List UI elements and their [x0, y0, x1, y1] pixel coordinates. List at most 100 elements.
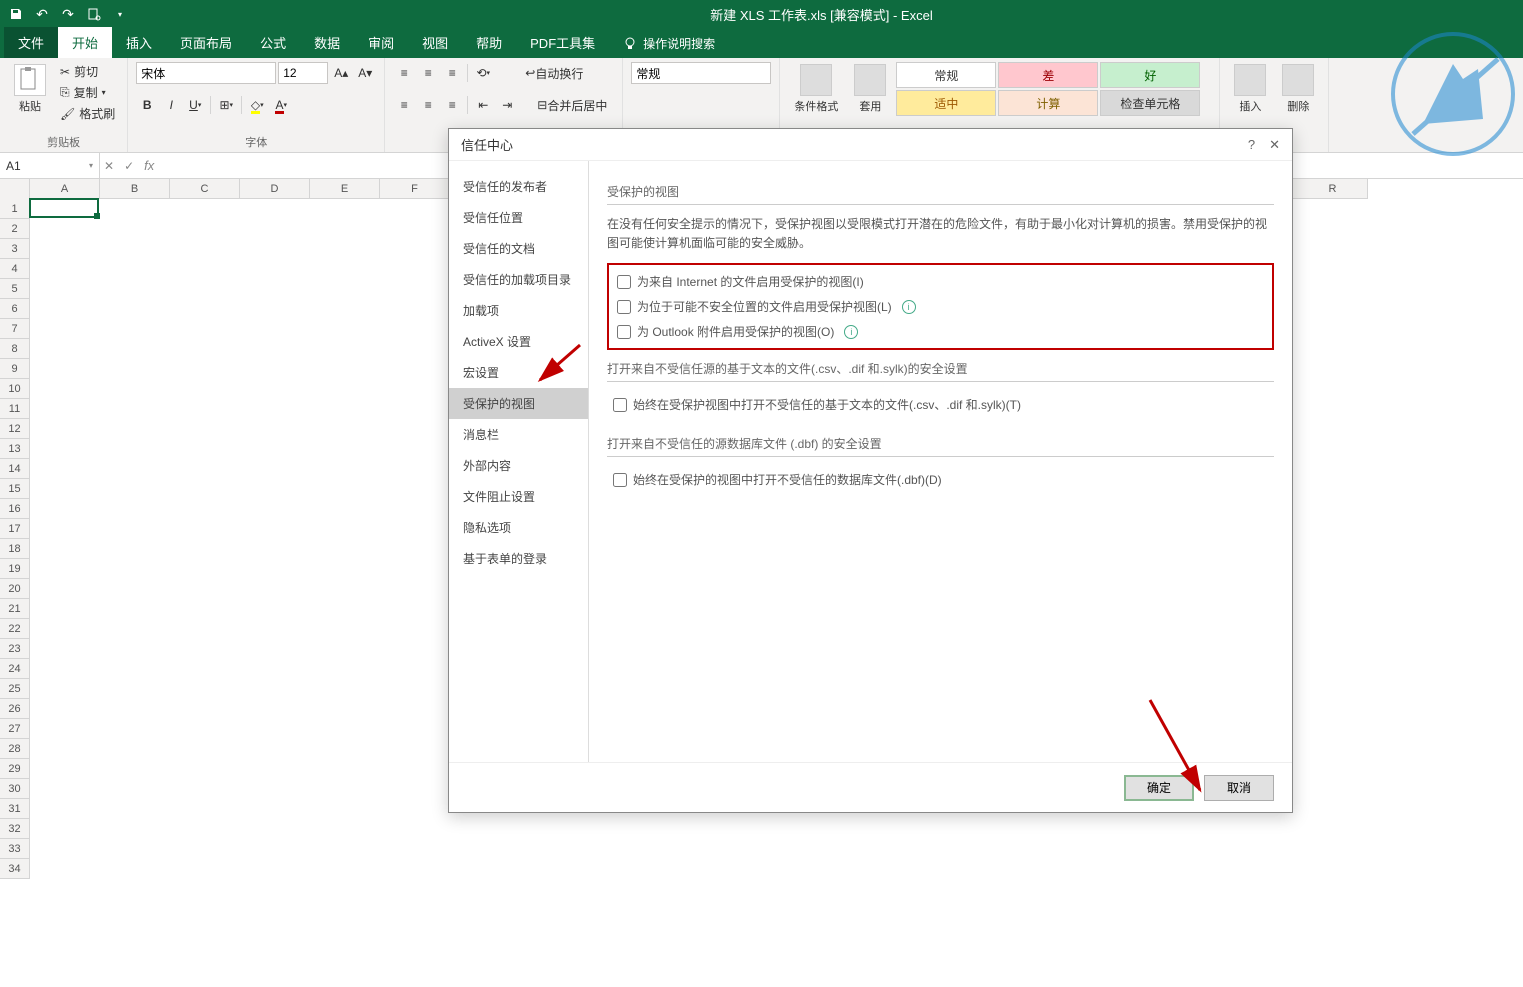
format-as-table-button[interactable]: 套用 — [848, 62, 892, 116]
tab-view[interactable]: 视图 — [408, 27, 462, 58]
row-header[interactable]: 3 — [0, 239, 30, 259]
row-header[interactable]: 19 — [0, 559, 30, 579]
row-header[interactable]: 18 — [0, 539, 30, 559]
style-bad[interactable]: 差 — [998, 62, 1098, 88]
row-header[interactable]: 7 — [0, 319, 30, 339]
row-header[interactable]: 33 — [0, 839, 30, 859]
redo-icon[interactable]: ↷ — [60, 6, 76, 22]
align-bottom-icon[interactable]: ≡ — [441, 62, 463, 84]
border-button[interactable]: ⊞▾ — [215, 94, 237, 116]
cancel-formula-icon[interactable]: ✕ — [104, 159, 114, 173]
row-header[interactable]: 6 — [0, 299, 30, 319]
align-left-icon[interactable]: ≡ — [393, 94, 415, 116]
row-header[interactable]: 14 — [0, 459, 30, 479]
checkbox-internet-files[interactable]: 为来自 Internet 的文件启用受保护的视图(I) — [611, 269, 1270, 294]
align-middle-icon[interactable]: ≡ — [417, 62, 439, 84]
number-format-select[interactable] — [631, 62, 771, 84]
col-header[interactable]: C — [170, 179, 240, 199]
info-icon[interactable]: i — [844, 325, 858, 339]
tab-pdf[interactable]: PDF工具集 — [516, 27, 609, 58]
col-header[interactable]: D — [240, 179, 310, 199]
row-header[interactable]: 16 — [0, 499, 30, 519]
align-center-icon[interactable]: ≡ — [417, 94, 439, 116]
nav-addins[interactable]: 加载项 — [449, 295, 588, 326]
conditional-format-button[interactable]: 条件格式 — [788, 62, 844, 116]
row-header[interactable]: 23 — [0, 639, 30, 659]
align-top-icon[interactable]: ≡ — [393, 62, 415, 84]
nav-external-content[interactable]: 外部内容 — [449, 450, 588, 481]
nav-trusted-locations[interactable]: 受信任位置 — [449, 202, 588, 233]
nav-privacy[interactable]: 隐私选项 — [449, 512, 588, 543]
active-cell[interactable] — [29, 198, 99, 218]
nav-file-block[interactable]: 文件阻止设置 — [449, 481, 588, 512]
row-header[interactable]: 22 — [0, 619, 30, 639]
help-icon[interactable]: ? — [1248, 137, 1255, 153]
row-header[interactable]: 25 — [0, 679, 30, 699]
increase-indent-icon[interactable]: ⇥ — [496, 94, 518, 116]
info-icon[interactable]: i — [902, 300, 916, 314]
tab-formulas[interactable]: 公式 — [246, 27, 300, 58]
cut-button[interactable]: ✂ 剪切 — [56, 62, 119, 81]
row-header[interactable]: 26 — [0, 699, 30, 719]
increase-font-icon[interactable]: A▴ — [330, 62, 352, 84]
row-header[interactable]: 4 — [0, 259, 30, 279]
tab-help[interactable]: 帮助 — [462, 27, 516, 58]
nav-trusted-addin-catalogs[interactable]: 受信任的加载项目录 — [449, 264, 588, 295]
style-good[interactable]: 好 — [1100, 62, 1200, 88]
row-header[interactable]: 11 — [0, 399, 30, 419]
tab-home[interactable]: 开始 — [58, 27, 112, 58]
row-header[interactable]: 17 — [0, 519, 30, 539]
fx-icon[interactable]: fx — [144, 158, 154, 173]
font-name-select[interactable] — [136, 62, 276, 84]
close-icon[interactable]: ✕ — [1269, 137, 1280, 153]
row-header[interactable]: 31 — [0, 799, 30, 819]
font-size-select[interactable] — [278, 62, 328, 84]
wrap-text-button[interactable]: ↩ 自动换行 — [518, 62, 590, 84]
checkbox-text-files[interactable]: 始终在受保护视图中打开不受信任的基于文本的文件(.csv、.dif 和.sylk… — [607, 392, 1274, 417]
row-header[interactable]: 34 — [0, 859, 30, 879]
paste-button[interactable]: 粘贴 — [8, 62, 52, 116]
row-header[interactable]: 1 — [0, 199, 30, 219]
checkbox-dbf-files[interactable]: 始终在受保护的视图中打开不受信任的数据库文件(.dbf)(D) — [607, 467, 1274, 492]
row-header[interactable]: 9 — [0, 359, 30, 379]
insert-cells-button[interactable]: 插入 — [1228, 62, 1272, 116]
decrease-indent-icon[interactable]: ⇤ — [472, 94, 494, 116]
ok-button[interactable]: 确定 — [1124, 775, 1194, 801]
decrease-font-icon[interactable]: A▾ — [354, 62, 376, 84]
nav-protected-view[interactable]: 受保护的视图 — [449, 388, 588, 419]
qat-dropdown-icon[interactable]: ▾ — [112, 6, 128, 22]
orientation-icon[interactable]: ⟲▾ — [472, 62, 494, 84]
style-neutral[interactable]: 适中 — [896, 90, 996, 116]
tab-insert[interactable]: 插入 — [112, 27, 166, 58]
delete-cells-button[interactable]: 删除 — [1276, 62, 1320, 116]
row-header[interactable]: 20 — [0, 579, 30, 599]
nav-form-login[interactable]: 基于表单的登录 — [449, 543, 588, 574]
col-header[interactable]: A — [30, 179, 100, 199]
tab-page-layout[interactable]: 页面布局 — [166, 27, 246, 58]
tell-me-search[interactable]: 操作说明搜索 — [609, 29, 729, 58]
row-header[interactable]: 10 — [0, 379, 30, 399]
cancel-button[interactable]: 取消 — [1204, 775, 1274, 801]
style-normal[interactable]: 常规 — [896, 62, 996, 88]
nav-message-bar[interactable]: 消息栏 — [449, 419, 588, 450]
row-header[interactable]: 32 — [0, 819, 30, 839]
tab-data[interactable]: 数据 — [300, 27, 354, 58]
italic-button[interactable]: I — [160, 94, 182, 116]
checkbox-outlook-attachments[interactable]: 为 Outlook 附件启用受保护的视图(O) i — [611, 319, 1270, 344]
row-header[interactable]: 21 — [0, 599, 30, 619]
col-header[interactable]: E — [310, 179, 380, 199]
undo-icon[interactable]: ↶ — [34, 6, 50, 22]
select-all-corner[interactable] — [0, 179, 30, 199]
enter-formula-icon[interactable]: ✓ — [124, 159, 134, 173]
row-header[interactable]: 12 — [0, 419, 30, 439]
col-header[interactable]: B — [100, 179, 170, 199]
print-preview-icon[interactable] — [86, 6, 102, 22]
save-icon[interactable] — [8, 6, 24, 22]
row-header[interactable]: 13 — [0, 439, 30, 459]
style-calc[interactable]: 计算 — [998, 90, 1098, 116]
col-header[interactable]: F — [380, 179, 450, 199]
tab-file[interactable]: 文件 — [4, 27, 58, 58]
nav-activex[interactable]: ActiveX 设置 — [449, 326, 588, 357]
fill-color-button[interactable]: ◇▾ — [246, 94, 268, 116]
copy-button[interactable]: ⎘ 复制 ▾ — [56, 83, 119, 102]
